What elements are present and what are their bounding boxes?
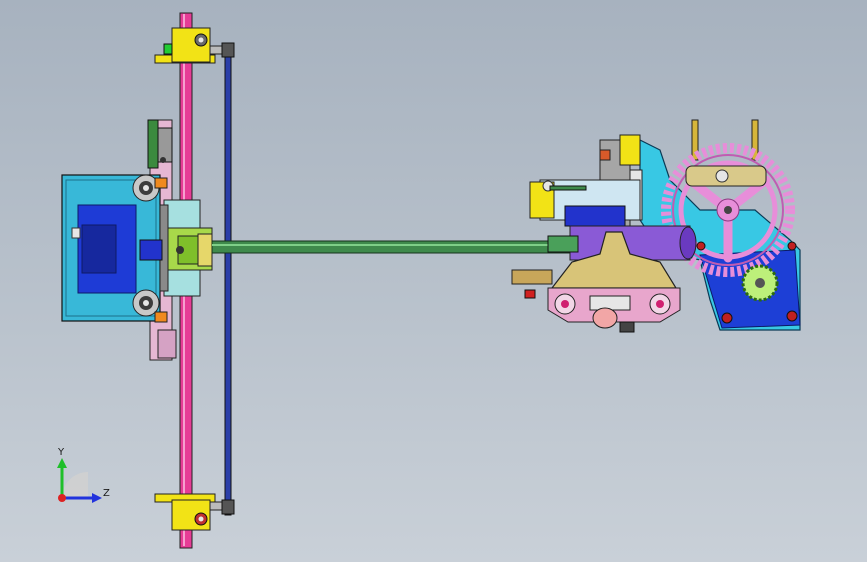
z-axis-label: Z <box>103 488 110 499</box>
cad-viewport[interactable]: Y Z <box>0 0 867 562</box>
gearbox-assembly[interactable] <box>511 119 801 333</box>
y-axis-label: Y <box>57 447 65 458</box>
roller-carriage[interactable] <box>524 287 681 333</box>
bottom-rail-bracket[interactable] <box>154 493 235 531</box>
vertical-tie-rod[interactable] <box>224 44 232 516</box>
top-rail-bracket[interactable] <box>154 27 235 64</box>
coordinate-triad: Y Z <box>57 447 110 503</box>
horizontal-drive-shaft[interactable] <box>211 240 591 254</box>
x-axis-marker <box>58 494 66 502</box>
small-pinion-gear <box>741 264 779 302</box>
